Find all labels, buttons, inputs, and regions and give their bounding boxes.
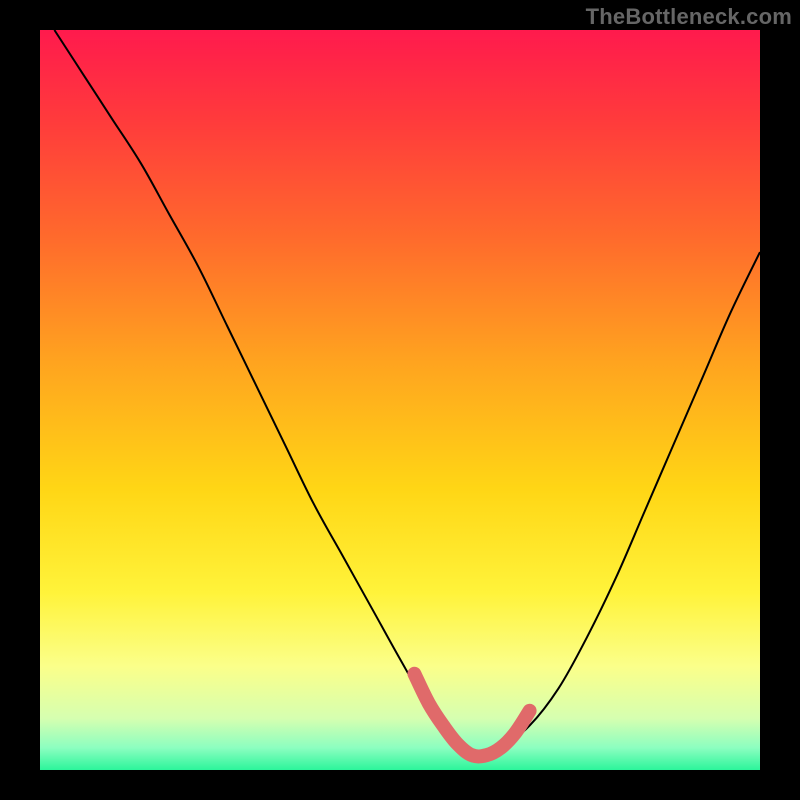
frame-right (760, 0, 800, 800)
bottleneck-chart (0, 0, 800, 800)
frame-bottom (0, 770, 800, 800)
chart-frame: TheBottleneck.com (0, 0, 800, 800)
attribution-label: TheBottleneck.com (586, 4, 792, 30)
frame-left (0, 0, 40, 800)
